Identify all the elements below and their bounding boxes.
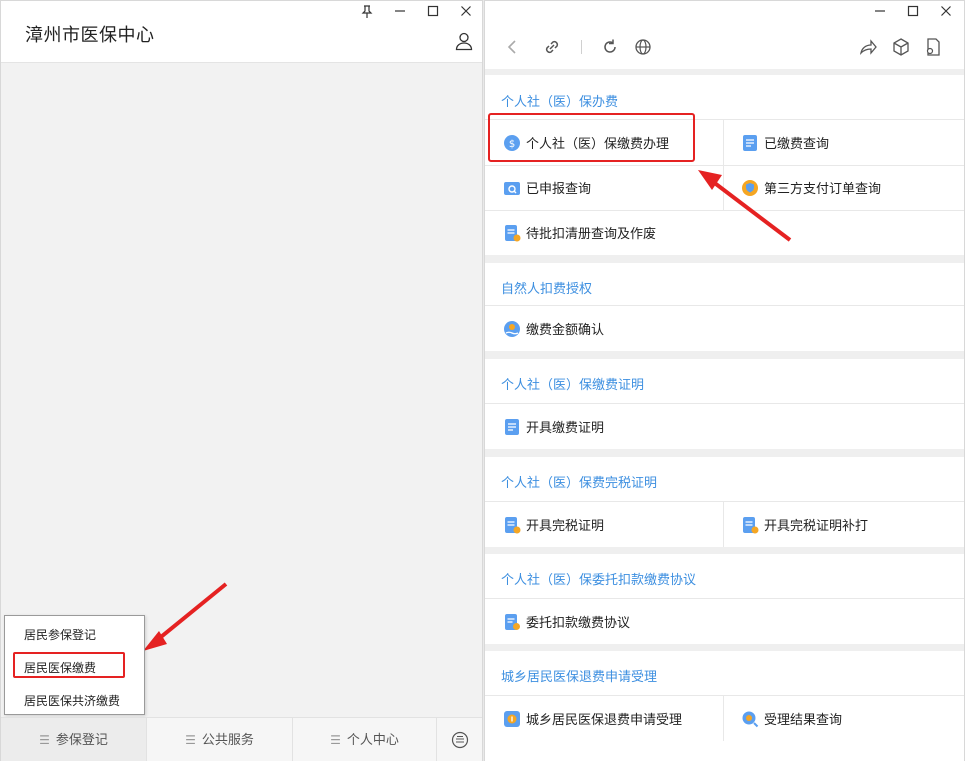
annotation-arrow-right (698, 170, 792, 242)
screen: 漳州市医保中心 居民参保登记 居民医保缴费 居民医保共济缴费 ☰ 参保登记 ☰ … (0, 0, 965, 761)
